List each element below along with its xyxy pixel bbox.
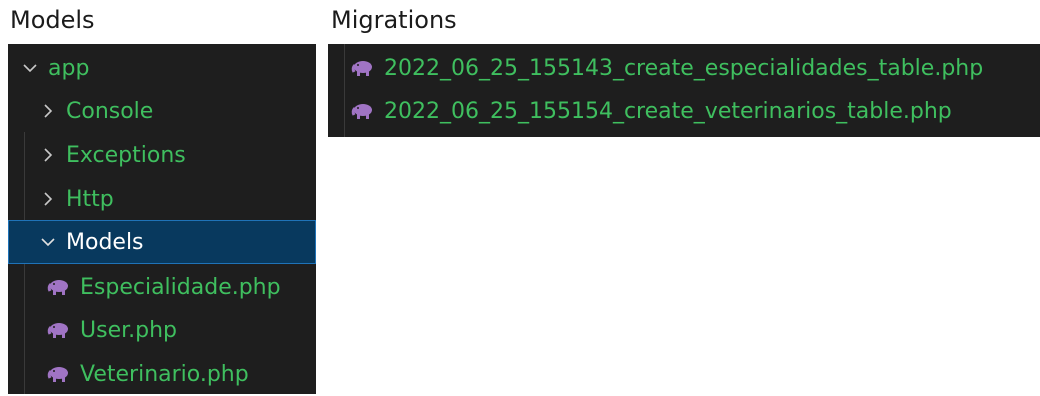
php-elephant-icon (46, 364, 70, 384)
file-veterinario[interactable]: Veterinario.php (8, 352, 316, 396)
file-user[interactable]: User.php (8, 308, 316, 352)
php-elephant-icon (350, 58, 374, 78)
models-heading: Models (10, 6, 95, 34)
folder-console[interactable]: Console (8, 89, 316, 133)
folder-label-models: Models (66, 229, 144, 255)
chevron-down-icon (20, 58, 40, 78)
migration-label-veterinarios: 2022_06_25_155154_create_veterinarios_ta… (384, 98, 952, 124)
file-label-especialidade: Especialidade.php (80, 274, 281, 300)
migration-file-especialidades[interactable]: 2022_06_25_155143_create_especialidades_… (328, 46, 1040, 90)
php-elephant-icon (46, 277, 70, 297)
migration-label-especialidades: 2022_06_25_155143_create_especialidades_… (384, 55, 984, 81)
chevron-right-icon (38, 101, 58, 121)
folder-app[interactable]: app (8, 46, 316, 90)
migrations-heading: Migrations (331, 6, 457, 34)
models-explorer-panel: app Console Exceptions Http Models Espec… (8, 44, 316, 394)
folder-models[interactable]: Models (8, 220, 316, 264)
folder-http[interactable]: Http (8, 177, 316, 221)
chevron-right-icon (38, 145, 58, 165)
migrations-panel: 2022_06_25_155143_create_especialidades_… (328, 44, 1040, 137)
folder-label-console: Console (66, 98, 154, 124)
folder-exceptions[interactable]: Exceptions (8, 133, 316, 177)
php-elephant-icon (46, 320, 70, 340)
folder-label-app: app (48, 55, 90, 81)
migration-file-veterinarios[interactable]: 2022_06_25_155154_create_veterinarios_ta… (328, 89, 1040, 133)
file-label-veterinario: Veterinario.php (80, 361, 249, 387)
chevron-right-icon (38, 189, 58, 209)
folder-label-exceptions: Exceptions (66, 142, 186, 168)
php-elephant-icon (350, 101, 374, 121)
chevron-down-icon (38, 232, 58, 252)
file-especialidade[interactable]: Especialidade.php (8, 265, 316, 309)
folder-label-http: Http (66, 186, 114, 212)
file-label-user: User.php (80, 317, 177, 343)
